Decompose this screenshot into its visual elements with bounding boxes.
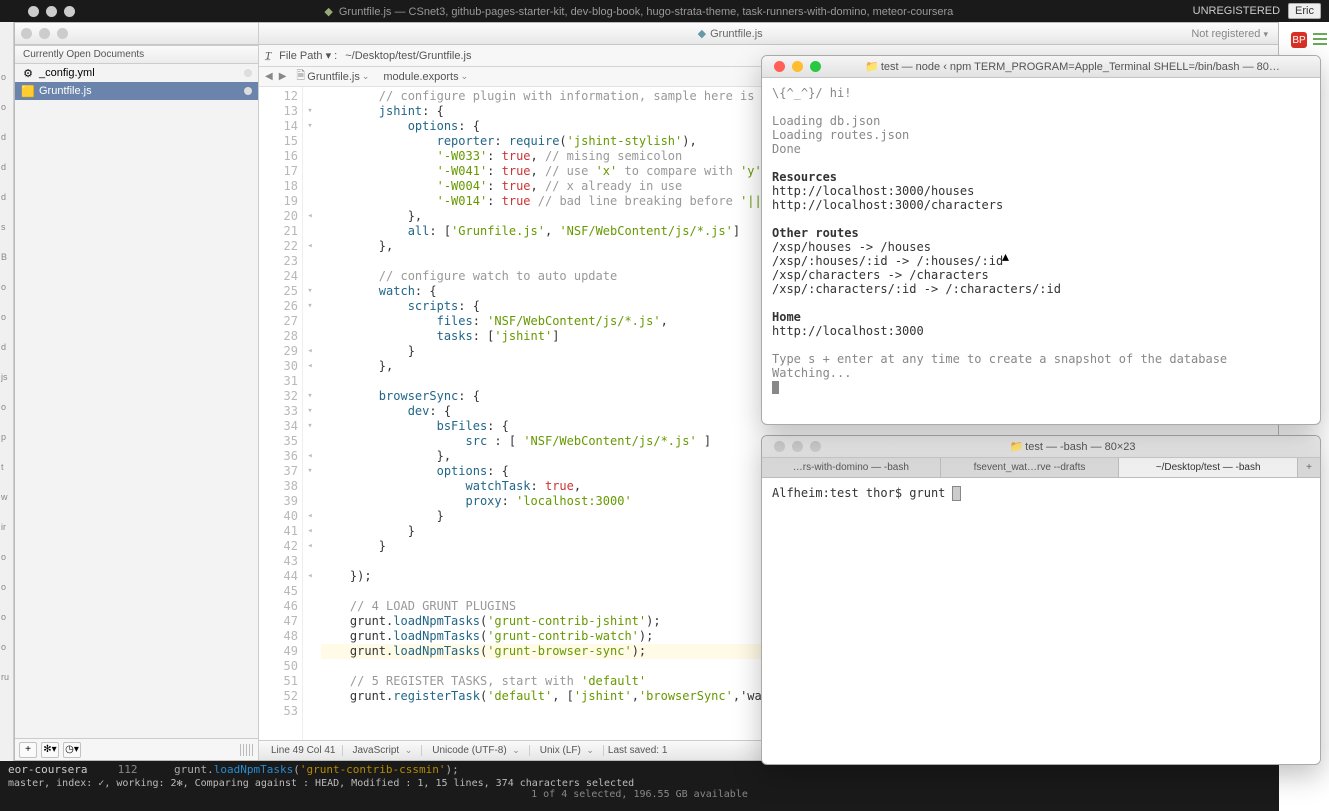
bottom-status-2: 1 of 4 selected, 196.55 GB available: [8, 789, 1271, 800]
header-tabs-text: ◆ Gruntfile.js — CSnet3, github-pages-st…: [85, 5, 1193, 18]
dropdown-icon[interactable]: ▾: [1263, 29, 1268, 39]
editor-titlebar: ◆ Gruntfile.js Not registered ▾: [259, 23, 1278, 45]
fold-column[interactable]: ▾▾◂◂▾▾◂◂▾▾▾◂▾◂◂◂◂: [303, 87, 317, 740]
file-icon: ◆: [324, 6, 332, 18]
terminal-titlebar[interactable]: 📁test — -bash — 80×23: [762, 436, 1320, 458]
terminal-title: test — -bash — 80×23: [1025, 441, 1135, 453]
cursor-block: [953, 487, 960, 500]
terminal-tab[interactable]: …rs-with-domino — -bash: [762, 458, 941, 477]
status-eol[interactable]: Unix (LF) ⌄: [534, 745, 604, 756]
gear-button[interactable]: ✻▾: [41, 742, 59, 758]
status-position[interactable]: Line 49 Col 41: [265, 745, 343, 756]
sidebar: Currently Open Documents ⚙︎ _config.yml 🟨 G…: [15, 23, 259, 760]
file-icon: ⚙︎: [21, 66, 35, 80]
traffic-lights-dim[interactable]: [774, 441, 821, 452]
file-icon: 🗎: [296, 67, 305, 86]
hamburger-icon[interactable]: [1313, 33, 1327, 45]
status-encoding[interactable]: Unicode (UTF-8) ⌄: [426, 745, 530, 756]
status-saved: Last saved: 1: [608, 745, 667, 756]
file-icon: 🟨: [21, 84, 35, 98]
terminal-title: test — node ‹ npm TERM_PROGRAM=Apple_Ter…: [881, 61, 1280, 73]
breadcrumb-symbol[interactable]: module.exports ⌄: [379, 71, 472, 83]
file-name: Gruntfile.js: [39, 85, 92, 97]
bottom-tab[interactable]: eor-coursera: [8, 763, 87, 776]
nav-fwd-icon[interactable]: ▶: [279, 71, 287, 82]
folder-icon: 📁: [865, 61, 879, 73]
terminal-body[interactable]: \{^_^}/ hi! Loading db.jsonLoading route…: [762, 78, 1320, 424]
terminal-window-node[interactable]: 📁test — node ‹ npm TERM_PROGRAM=Apple_Te…: [761, 55, 1321, 425]
file-name: _config.yml: [39, 67, 95, 79]
filepath-value: ~/Desktop/test/Gruntfile.js: [345, 50, 471, 62]
file-icon: ◆: [698, 28, 706, 40]
sublime-header: ◆ Gruntfile.js — CSnet3, github-pages-st…: [14, 0, 1329, 22]
dropdown-icon[interactable]: ⌄: [362, 71, 370, 82]
bottom-panel: eor-coursera 112 grunt.loadNpmTasks('gru…: [0, 761, 1279, 811]
traffic-lights-dim[interactable]: [21, 28, 68, 39]
status-language[interactable]: JavaScript ⌄: [347, 745, 423, 756]
new-tab-button[interactable]: +: [1298, 458, 1320, 477]
breadcrumb-file[interactable]: 🗎Gruntfile.js ⌄: [292, 67, 373, 86]
folder-icon: 📁: [1009, 441, 1023, 453]
traffic-lights[interactable]: [28, 6, 75, 17]
mouse-cursor-icon: ▴: [1002, 248, 1009, 265]
resize-handle[interactable]: [240, 744, 254, 756]
sidebar-file-item[interactable]: ⚙︎ _config.yml: [15, 64, 258, 82]
editor-title: Gruntfile.js: [710, 28, 763, 40]
nav-back-icon[interactable]: ◀: [265, 71, 273, 82]
modified-dot-icon: [244, 87, 252, 95]
unregistered-label: UNREGISTERED: [1193, 5, 1280, 17]
sidebar-bottom-tools: + ✻▾ ◷▾: [15, 738, 258, 760]
sidebar-section-header: Currently Open Documents: [15, 45, 258, 64]
terminal-tab[interactable]: ~/Desktop/test — -bash: [1119, 458, 1298, 477]
sidebar-titlebar: [15, 23, 258, 45]
cursor-icon: T̲: [265, 50, 271, 62]
bottom-code: grunt.loadNpmTasks('grunt-contrib-cssmin…: [147, 763, 458, 776]
bottom-status-1: master, index: ✓, working: 2✻, Comparing…: [8, 778, 1271, 789]
left-tab-strip: oodddsBoodjsoptwirooooru: [0, 22, 14, 780]
extension-badge[interactable]: BP: [1291, 32, 1307, 48]
terminal-titlebar[interactable]: 📁test — node ‹ npm TERM_PROGRAM=Apple_Te…: [762, 56, 1320, 78]
terminal-tabs[interactable]: …rs-with-domino — -bashfsevent_wat…rve -…: [762, 458, 1320, 478]
history-button[interactable]: ◷▾: [63, 742, 81, 758]
bottom-line-number: 112: [97, 763, 137, 776]
terminal-tab[interactable]: fsevent_wat…rve --drafts: [941, 458, 1120, 477]
terminal-body[interactable]: Alfheim:test thor$ grunt: [762, 478, 1320, 764]
not-registered-label: Not registered: [1191, 28, 1260, 40]
terminal-prompt: Alfheim:test thor$ grunt: [772, 486, 953, 500]
line-gutter: 1213141516171819202122232425262728293031…: [259, 87, 303, 740]
modified-dot-icon: [244, 69, 252, 77]
dropdown-icon[interactable]: ⌄: [461, 71, 469, 82]
filepath-label[interactable]: File Path ▾ :: [279, 49, 337, 62]
user-button[interactable]: Eric: [1288, 3, 1321, 19]
add-button[interactable]: +: [19, 742, 37, 758]
traffic-lights[interactable]: [774, 61, 821, 72]
sidebar-file-item[interactable]: 🟨 Gruntfile.js: [15, 82, 258, 100]
terminal-window-bash[interactable]: 📁test — -bash — 80×23 …rs-with-domino — …: [761, 435, 1321, 765]
